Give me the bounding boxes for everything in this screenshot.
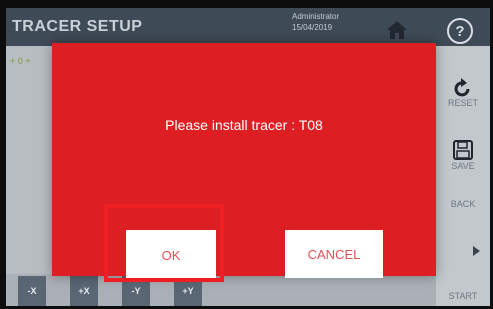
- home-icon[interactable]: [386, 20, 408, 40]
- help-label: ?: [455, 22, 465, 40]
- page-title: TRACER SETUP: [12, 18, 143, 35]
- plus-x-label: +X: [78, 286, 90, 296]
- plus-y-label: +Y: [182, 286, 194, 296]
- save-label: SAVE: [451, 161, 475, 171]
- minus-y-label: -Y: [131, 286, 141, 296]
- header-bar: TRACER SETUP Administrator 15/04/2019 ?: [6, 8, 490, 46]
- chevron-right-icon: [473, 246, 480, 256]
- background-info-text: + 0 +: [10, 56, 31, 66]
- back-label: BACK: [450, 199, 476, 209]
- reset-button[interactable]: RESET: [436, 78, 490, 108]
- reset-label: RESET: [447, 98, 478, 108]
- back-button[interactable]: BACK: [436, 199, 490, 209]
- machine-screen: TRACER SETUP Administrator 15/04/2019 ? …: [6, 8, 490, 306]
- plus-x-button[interactable]: +X: [70, 276, 98, 306]
- user-name: Administrator: [292, 12, 340, 21]
- ok-button-highlight-frame: [104, 204, 224, 282]
- dialog-message: Please install tracer : T08: [165, 117, 323, 133]
- user-info: Administrator 15/04/2019: [292, 11, 339, 33]
- reset-icon: [454, 78, 470, 97]
- start-label: START: [448, 291, 478, 301]
- left-background-panel: [6, 46, 52, 274]
- minus-x-button[interactable]: -X: [18, 276, 46, 306]
- cancel-button[interactable]: CANCEL: [285, 230, 383, 278]
- minus-x-label: -X: [27, 286, 37, 296]
- right-sidebar: RESET SAVE BACK START: [436, 46, 490, 306]
- start-button[interactable]: START: [436, 291, 490, 301]
- save-button[interactable]: SAVE: [436, 139, 490, 171]
- save-icon: [453, 140, 473, 160]
- help-button[interactable]: ?: [447, 18, 473, 44]
- current-date: 15/04/2019: [292, 23, 333, 32]
- next-button[interactable]: [436, 244, 490, 258]
